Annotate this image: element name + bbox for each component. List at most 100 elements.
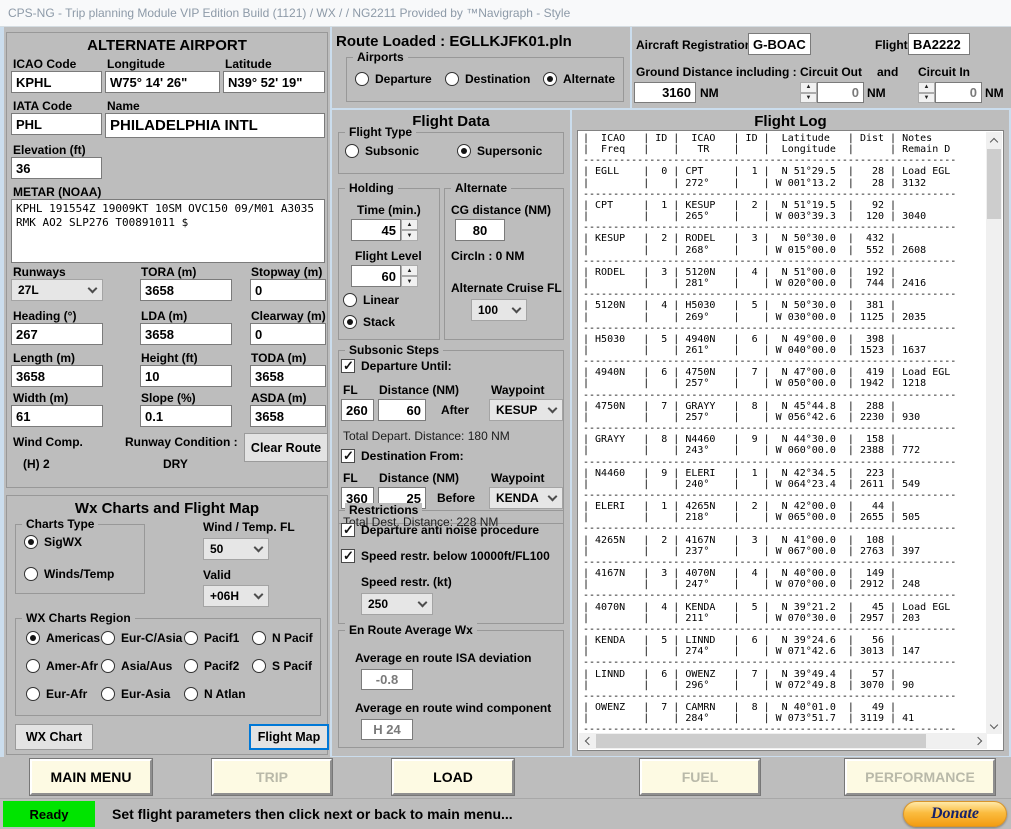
stopway-field[interactable] bbox=[250, 279, 326, 301]
radio-region-amer-afr[interactable]: Amer-Afr bbox=[26, 659, 98, 673]
radio-subsonic[interactable]: Subsonic bbox=[345, 144, 419, 158]
dep-fl-field[interactable] bbox=[341, 399, 374, 421]
height-field[interactable] bbox=[140, 365, 232, 387]
checkbox-icon[interactable] bbox=[341, 359, 355, 373]
flight-log-hscrollbar[interactable] bbox=[579, 733, 987, 749]
wind-component-field[interactable] bbox=[361, 719, 413, 740]
runways-dropdown[interactable]: 27L bbox=[11, 279, 103, 301]
radio-winds-temp[interactable]: Winds/Temp bbox=[24, 567, 114, 581]
heading-field[interactable] bbox=[11, 323, 103, 345]
main-menu-button[interactable]: MAIN MENU bbox=[30, 759, 152, 795]
circuit-out-spinner[interactable]: ▲▼ bbox=[800, 82, 817, 103]
scroll-down-icon[interactable] bbox=[986, 718, 1002, 734]
radio-region-pacif1[interactable]: Pacif1 bbox=[184, 631, 239, 645]
toda-field[interactable] bbox=[250, 365, 326, 387]
ground-distance-field[interactable] bbox=[634, 82, 696, 103]
anti-noise-checkbox[interactable]: Departure anti noise procedure bbox=[341, 523, 539, 537]
departure-until-checkbox[interactable]: Departure Until: bbox=[341, 359, 452, 373]
chevron-down-icon bbox=[512, 303, 522, 313]
spinner-up-icon[interactable]: ▲ bbox=[800, 82, 817, 93]
iata-code-field[interactable] bbox=[11, 113, 102, 135]
spinner-down-icon[interactable]: ▼ bbox=[800, 93, 817, 104]
radio-supersonic[interactable]: Supersonic bbox=[457, 144, 542, 158]
fuel-button[interactable]: FUEL bbox=[640, 759, 760, 795]
radio-region-n-pacif[interactable]: N Pacif bbox=[252, 631, 313, 645]
radio-region-eur-asia[interactable]: Eur-Asia bbox=[101, 687, 170, 701]
icao-code-field[interactable] bbox=[11, 71, 102, 93]
valid-dropdown[interactable]: +06H bbox=[203, 585, 269, 607]
scroll-right-icon[interactable] bbox=[971, 733, 987, 749]
spinner-down-icon[interactable]: ▼ bbox=[401, 230, 418, 241]
lda-field[interactable] bbox=[140, 323, 232, 345]
spinner-up-icon[interactable]: ▲ bbox=[918, 82, 935, 93]
radio-sigwx[interactable]: SigWX bbox=[24, 535, 82, 549]
length-field[interactable] bbox=[11, 365, 103, 387]
holding-fl-field[interactable] bbox=[351, 265, 401, 287]
isa-deviation-field[interactable] bbox=[361, 669, 413, 690]
holding-fl-spinner[interactable]: ▲▼ bbox=[401, 265, 418, 287]
holding-time-field[interactable] bbox=[351, 219, 401, 241]
dest-waypoint-dropdown[interactable]: KENDA bbox=[489, 487, 563, 509]
radio-region-asia-aus[interactable]: Asia/Aus bbox=[101, 659, 172, 673]
spinner-down-icon[interactable]: ▼ bbox=[918, 93, 935, 104]
checkbox-icon[interactable] bbox=[341, 449, 355, 463]
flight-number-field[interactable] bbox=[908, 33, 970, 55]
metar-text[interactable]: KPHL 191554Z 19009KT 10SM OVC150 09/M01 … bbox=[11, 199, 325, 263]
cg-distance-field[interactable] bbox=[455, 219, 505, 241]
scroll-up-icon[interactable] bbox=[986, 132, 1002, 148]
dest-fl-label: FL bbox=[343, 471, 358, 485]
radio-region-n-atlan[interactable]: N Atlan bbox=[184, 687, 246, 701]
circuit-out-field[interactable] bbox=[817, 82, 864, 103]
vscroll-thumb[interactable] bbox=[987, 149, 1001, 219]
tora-field[interactable] bbox=[140, 279, 232, 301]
latitude-field[interactable] bbox=[223, 71, 325, 93]
wind-temp-fl-dropdown[interactable]: 50 bbox=[203, 538, 269, 560]
asda-field[interactable] bbox=[250, 405, 326, 427]
holding-time-spinner[interactable]: ▲▼ bbox=[401, 219, 418, 241]
restrictions-group: Restrictions Departure anti noise proced… bbox=[338, 510, 564, 624]
alternate-cruise-fl-dropdown[interactable]: 100 bbox=[471, 299, 527, 321]
spinner-up-icon[interactable]: ▲ bbox=[401, 265, 418, 276]
radio-region-eur-c-asia[interactable]: Eur-C/Asia bbox=[101, 631, 182, 645]
dep-distance-field[interactable] bbox=[378, 399, 426, 421]
spinner-up-icon[interactable]: ▲ bbox=[401, 219, 418, 230]
radio-icon bbox=[445, 72, 459, 86]
radio-alternate[interactable]: Alternate bbox=[543, 72, 615, 86]
checkbox-icon[interactable] bbox=[341, 523, 355, 537]
longitude-field[interactable] bbox=[105, 71, 220, 93]
dep-waypoint-dropdown[interactable]: KESUP bbox=[489, 399, 563, 421]
clear-route-button[interactable]: Clear Route bbox=[244, 433, 328, 462]
runways-value: 27L bbox=[18, 283, 39, 297]
flight-log-vscrollbar[interactable] bbox=[986, 132, 1002, 734]
radio-destination[interactable]: Destination bbox=[445, 72, 530, 86]
scroll-left-icon[interactable] bbox=[579, 733, 595, 749]
donate-button[interactable]: Donate bbox=[903, 801, 1007, 827]
load-button[interactable]: LOAD bbox=[392, 759, 514, 795]
circuit-in-field[interactable] bbox=[935, 82, 982, 103]
speed-restr-checkbox[interactable]: Speed restr. below 10000ft/FL100 bbox=[341, 549, 550, 563]
clearway-field[interactable] bbox=[250, 323, 326, 345]
radio-stack[interactable]: Stack bbox=[343, 315, 395, 329]
elevation-field[interactable] bbox=[11, 157, 102, 179]
spinner-down-icon[interactable]: ▼ bbox=[401, 276, 418, 287]
checkbox-icon[interactable] bbox=[341, 549, 355, 563]
radio-linear[interactable]: Linear bbox=[343, 293, 399, 307]
flight-log-table[interactable]: | ICAO | ID | ICAO | ID | Latitude | Dis… bbox=[577, 130, 1004, 751]
radio-region-s-pacif[interactable]: S Pacif bbox=[252, 659, 312, 673]
performance-button[interactable]: PERFORMANCE bbox=[845, 759, 995, 795]
speed-restr-dropdown[interactable]: 250 bbox=[361, 593, 433, 615]
trip-button[interactable]: TRIP bbox=[212, 759, 332, 795]
radio-departure[interactable]: Departure bbox=[355, 72, 432, 86]
radio-region-americas[interactable]: Americas bbox=[26, 631, 100, 645]
slope-field[interactable] bbox=[140, 405, 232, 427]
circuit-in-spinner[interactable]: ▲▼ bbox=[918, 82, 935, 103]
aircraft-registration-field[interactable] bbox=[748, 33, 811, 55]
width-field[interactable] bbox=[11, 405, 103, 427]
destination-from-checkbox[interactable]: Destination From: bbox=[341, 449, 464, 463]
airport-name-field[interactable] bbox=[105, 113, 325, 138]
radio-region-eur-afr[interactable]: Eur-Afr bbox=[26, 687, 87, 701]
wx-chart-button[interactable]: WX Chart bbox=[15, 724, 93, 750]
hscroll-thumb[interactable] bbox=[596, 734, 926, 748]
flight-map-button[interactable]: Flight Map bbox=[249, 724, 329, 750]
radio-region-pacif2[interactable]: Pacif2 bbox=[184, 659, 239, 673]
